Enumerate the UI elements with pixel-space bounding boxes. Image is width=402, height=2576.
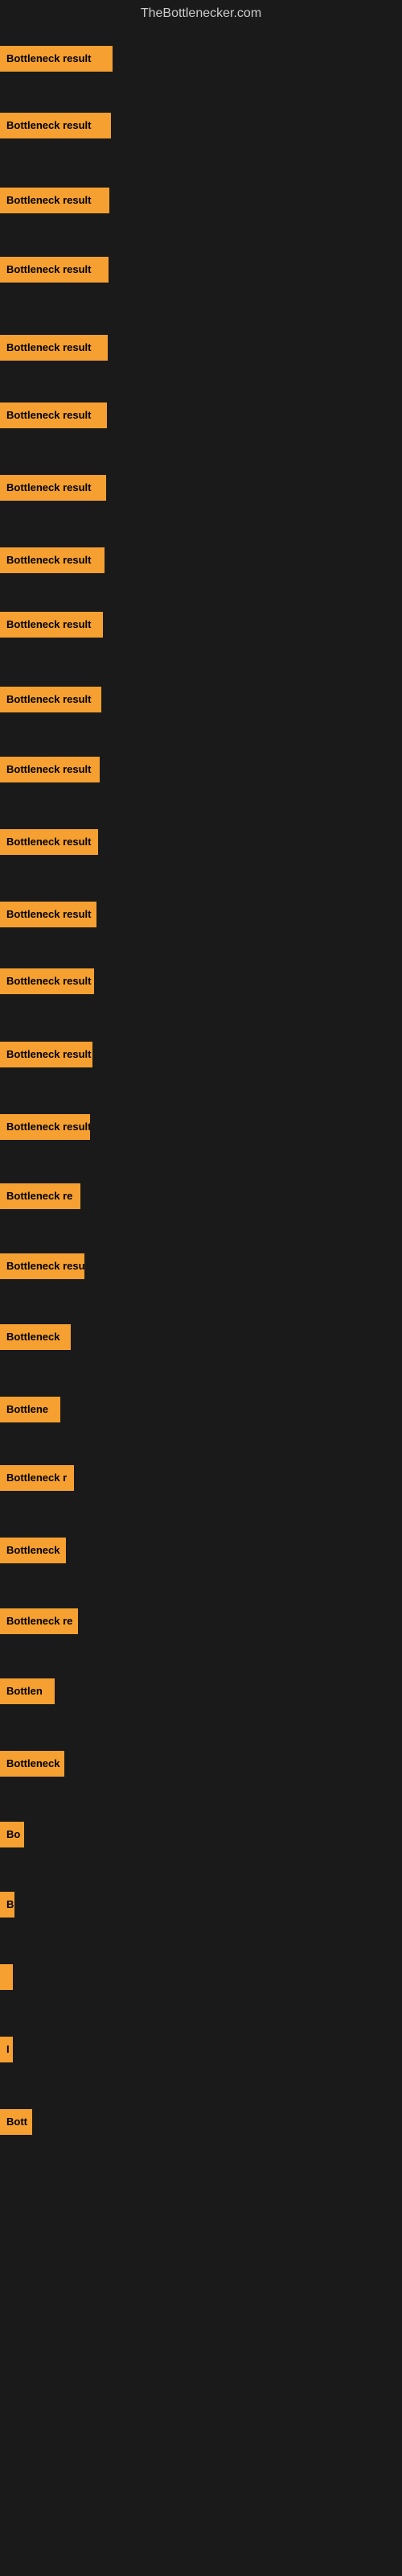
bottleneck-result-item: Bottleneck: [0, 1538, 66, 1563]
bottleneck-result-item: Bottleneck result: [0, 1114, 90, 1140]
bottleneck-result-item: Bottleneck result: [0, 829, 98, 855]
bottleneck-result-item: Bottleneck result: [0, 113, 111, 138]
bottleneck-result-item: Bottleneck result: [0, 335, 108, 361]
bottleneck-result-item: [0, 1964, 13, 1990]
bottleneck-result-item: Bottleneck result: [0, 257, 109, 283]
bottleneck-result-item: Bottleneck result: [0, 46, 113, 72]
bottleneck-result-item: Bottleneck re: [0, 1183, 80, 1209]
bottleneck-result-item: Bottleneck result: [0, 687, 101, 712]
bottleneck-result-item: Bottleneck result: [0, 968, 94, 994]
bottleneck-result-item: Bottleneck re: [0, 1608, 78, 1634]
bottleneck-result-item: Bottlene: [0, 1397, 60, 1422]
bottleneck-result-item: Bottleneck result: [0, 1042, 92, 1067]
bottleneck-result-item: Bottleneck: [0, 1751, 64, 1777]
bottleneck-result-item: Bottleneck result: [0, 902, 96, 927]
bottleneck-result-item: I: [0, 2037, 13, 2062]
bottleneck-result-item: Bottleneck resul: [0, 1253, 84, 1279]
site-title: TheBottlenecker.com: [0, 0, 402, 24]
bottleneck-result-item: Bottleneck r: [0, 1465, 74, 1491]
bottleneck-result-item: Bottlen: [0, 1678, 55, 1704]
bottleneck-result-item: Bottleneck result: [0, 757, 100, 782]
bottleneck-result-item: Bottleneck result: [0, 188, 109, 213]
bottleneck-result-item: Bottleneck result: [0, 475, 106, 501]
bottleneck-result-item: Bottleneck result: [0, 402, 107, 428]
bottleneck-result-item: Bottleneck result: [0, 547, 105, 573]
bottleneck-result-item: B: [0, 1892, 14, 1918]
bottleneck-result-item: Bott: [0, 2109, 32, 2135]
bottleneck-result-item: Bo: [0, 1822, 24, 1847]
bottleneck-result-item: Bottleneck result: [0, 612, 103, 638]
bottleneck-result-item: Bottleneck: [0, 1324, 71, 1350]
